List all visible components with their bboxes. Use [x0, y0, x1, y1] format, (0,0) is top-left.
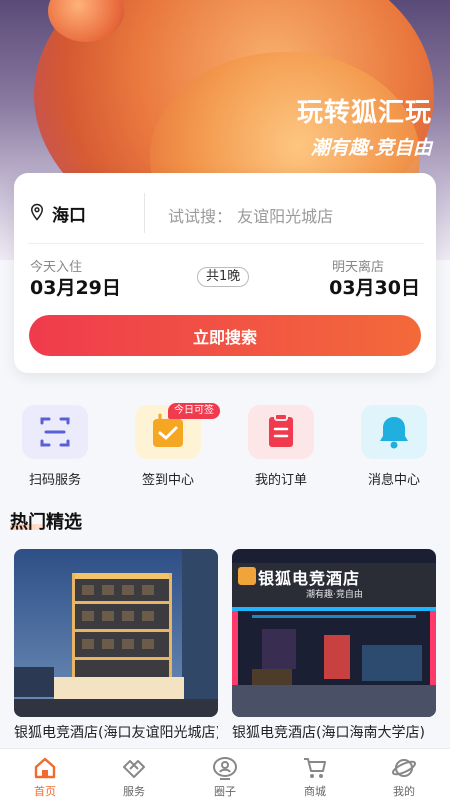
- hotel-photo: [14, 549, 218, 717]
- service-icon: [123, 760, 145, 778]
- tab-service[interactable]: 服务: [104, 755, 164, 799]
- location-row: 海口 试试搜： 友谊阳光城店: [14, 173, 436, 245]
- nights-badge: 共1晚: [197, 267, 250, 287]
- tab-label: 首页: [34, 785, 56, 798]
- tab-circle[interactable]: 圈子: [195, 755, 255, 799]
- quick-action-orders[interactable]: 我的订单: [246, 405, 316, 488]
- bell-icon: [361, 405, 427, 459]
- banner-text: 玩转狐汇玩 潮有趣·竞自由: [297, 92, 432, 160]
- hotel-sign: 银狐电竞酒店: [258, 569, 361, 588]
- search-button[interactable]: 立即搜索: [29, 315, 421, 356]
- quick-action-label: 我的订单: [254, 473, 307, 488]
- checkout-date[interactable]: 03月30日: [329, 273, 420, 300]
- scan-icon: [22, 405, 88, 459]
- circle-icon: [213, 757, 237, 780]
- bottom-tab-bar: 首页 服务 圈子 商城 我的: [0, 748, 450, 800]
- clipboard-icon: [248, 405, 314, 459]
- checkin-badge: 今日可签: [168, 403, 220, 419]
- checkin-date[interactable]: 03月29日: [30, 273, 121, 300]
- tab-label: 圈子: [214, 785, 236, 798]
- quick-action-label: 签到中心: [141, 473, 194, 488]
- hotel-card[interactable]: 银狐电竞酒店(海口友谊阳光城店): [14, 549, 218, 745]
- quick-action-messages[interactable]: 消息中心: [359, 405, 429, 488]
- search-input[interactable]: 试试搜： 友谊阳光城店: [168, 203, 333, 227]
- tab-mine[interactable]: 我的: [374, 755, 434, 799]
- divider: [28, 243, 424, 244]
- location-pin-icon: [30, 203, 44, 221]
- profile-icon: [391, 759, 417, 777]
- city-selector[interactable]: 海口: [52, 201, 86, 226]
- quick-action-scan[interactable]: 扫码服务: [20, 405, 90, 488]
- hotel-sign-sub: 潮有趣·竞自由: [306, 590, 363, 600]
- quick-action-label: 消息中心: [367, 473, 420, 488]
- tab-label: 服务: [123, 785, 145, 798]
- tab-label: 我的: [393, 785, 415, 798]
- hotel-card[interactable]: 银狐电竞酒店 潮有趣·竞自由 银狐电竞酒店(海口海南大学店): [232, 549, 436, 745]
- tab-mall[interactable]: 商城: [285, 755, 345, 799]
- tab-label: 商城: [304, 785, 326, 798]
- banner-headline: 玩转狐汇玩: [296, 98, 432, 128]
- hotel-photo: 银狐电竞酒店 潮有趣·竞自由: [232, 549, 436, 717]
- hotel-name: 银狐电竞酒店(海口友谊阳光城店): [14, 725, 218, 741]
- section-title: 热门精选: [10, 512, 82, 533]
- quick-action-label: 扫码服务: [28, 473, 81, 488]
- cart-icon: [304, 758, 326, 778]
- tab-home[interactable]: 首页: [15, 755, 75, 799]
- banner-slogan: 潮有趣·竞自由: [310, 137, 432, 159]
- hotel-name: 银狐电竞酒店(海口海南大学店): [232, 725, 425, 741]
- hotel-search-card: 海口 试试搜： 友谊阳光城店 今天入住 03月29日 共1晚 明天离店 03月3…: [14, 173, 436, 373]
- divider: [144, 193, 145, 233]
- home-icon: [34, 757, 56, 779]
